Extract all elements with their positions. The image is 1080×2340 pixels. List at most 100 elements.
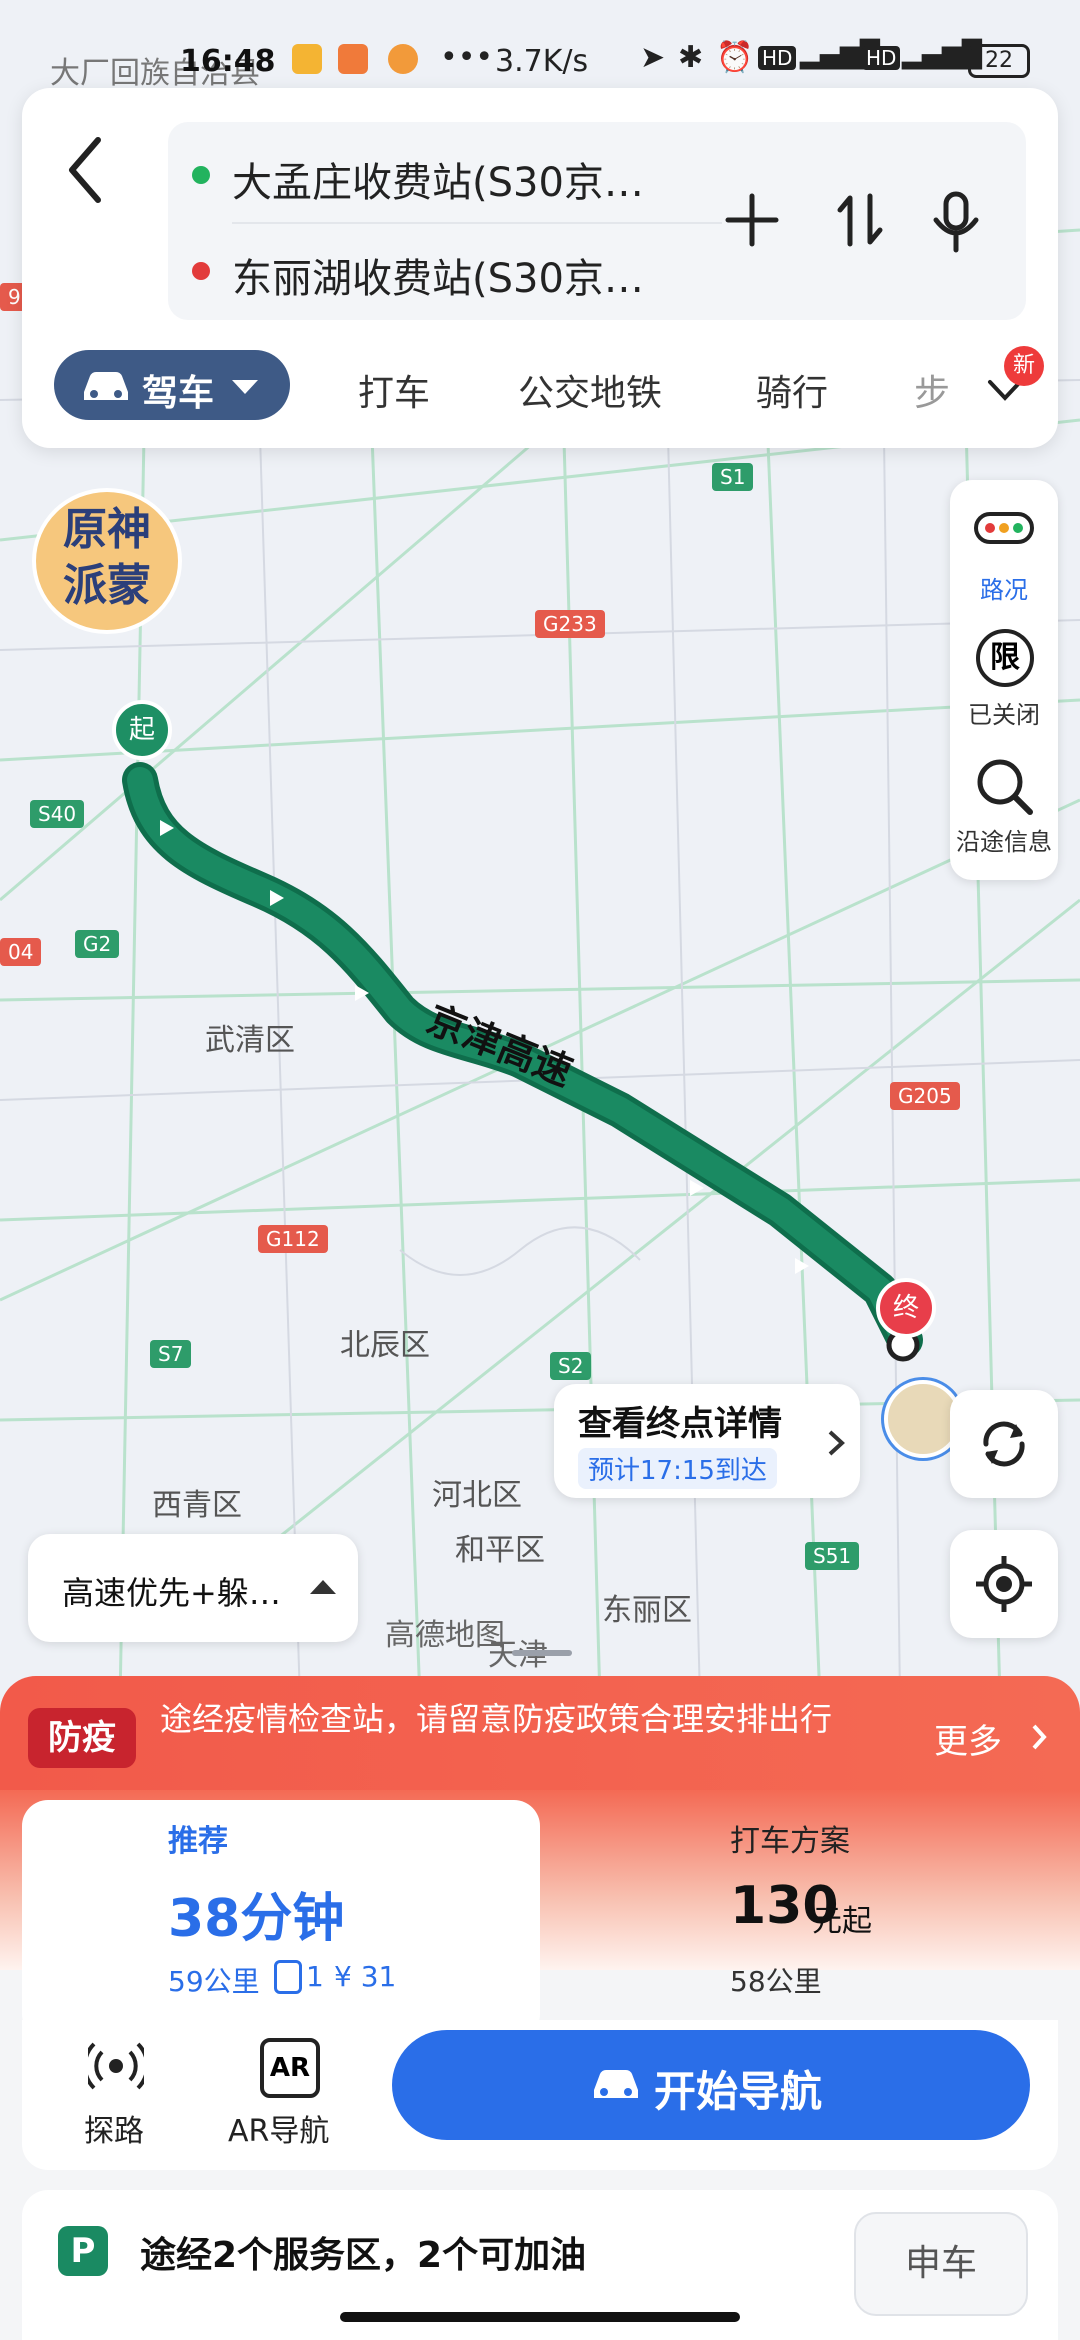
watermark-text: 派蒙 xyxy=(63,560,151,611)
plan-recommend-label: 推荐 xyxy=(168,1824,228,1859)
plan-recommend-card[interactable]: 推荐 38分钟 59公里 1 ¥ 31 xyxy=(22,1800,540,2040)
traffic-light-icon xyxy=(974,512,1034,544)
tab-walking[interactable]: 步 xyxy=(914,364,950,416)
ar-navigation-button[interactable]: AR AR导航 xyxy=(226,2030,356,2150)
tab-transit[interactable]: 公交地铁 xyxy=(518,364,662,416)
traffic-button[interactable]: 路况 xyxy=(950,500,1058,610)
swap-button[interactable] xyxy=(830,190,890,250)
refresh-button[interactable] xyxy=(950,1390,1058,1498)
end-marker[interactable]: 终 xyxy=(876,1278,936,1338)
road-shield: G233 xyxy=(535,610,605,638)
car-icon xyxy=(84,372,128,400)
chevron-left-icon xyxy=(69,137,101,203)
district-label: 和平区 xyxy=(455,1533,545,1568)
route-preference-label: 高速优先+躲… xyxy=(62,1574,281,1612)
destination-tip[interactable]: 查看终点详情 预计17:15到达 xyxy=(554,1384,860,1498)
end-input[interactable]: 东丽湖收费站(S30京… xyxy=(232,246,644,304)
broadcast-icon xyxy=(88,2042,144,2090)
traffic-light-icon xyxy=(274,1960,302,1994)
ar-icon: AR xyxy=(260,2038,320,2098)
road-shield: S1 xyxy=(712,463,754,491)
alarm-icon: ⏰ xyxy=(716,40,754,75)
district-label: 武清区 xyxy=(205,1023,295,1058)
ar-navigation-label: AR导航 xyxy=(228,2114,330,2149)
chevron-right-icon xyxy=(1032,1724,1047,1750)
start-dot-icon xyxy=(192,166,210,184)
notice-text: 途经疫情检查站，请留意防疫政策合理安排出行 xyxy=(160,1700,833,1738)
refresh-icon xyxy=(983,1421,1025,1467)
plus-icon xyxy=(725,193,779,247)
plan-taxi-unit: 元起 xyxy=(812,1904,872,1939)
side-action-button[interactable]: 申车 xyxy=(854,2212,1028,2316)
plan-recommend-cost: ¥ 31 xyxy=(334,1960,397,1993)
start-navigation-label: 开始导航 xyxy=(654,2067,823,2116)
car-icon xyxy=(594,2070,638,2098)
restriction-button[interactable]: 限 已关闭 xyxy=(950,625,1058,735)
map-drag-handle[interactable] xyxy=(512,1650,572,1656)
network-speed: 3.7K/s xyxy=(495,44,589,79)
locate-button[interactable] xyxy=(950,1530,1058,1638)
hd-icon: HD xyxy=(862,46,901,70)
traffic-label: 路况 xyxy=(980,576,1028,604)
along-route-label: 沿途信息 xyxy=(956,828,1052,856)
road-shield: S40 xyxy=(30,800,85,828)
caret-up-icon xyxy=(310,1580,336,1594)
parking-icon: P xyxy=(58,2226,108,2276)
back-button[interactable] xyxy=(56,130,116,210)
service-area-text: 途经2个服务区，2个可加油 xyxy=(140,2235,587,2276)
new-badge: 新 xyxy=(1004,346,1044,386)
road-shield: 04 xyxy=(0,938,42,966)
plan-taxi-distance: 58公里 xyxy=(730,1965,822,1998)
location-icon: ➤ xyxy=(640,40,666,75)
add-waypoint-button[interactable] xyxy=(722,190,782,250)
district-label: 北辰区 xyxy=(340,1328,430,1363)
more-notifications-icon: ••• xyxy=(440,40,494,75)
road-shield: G2 xyxy=(75,930,120,958)
map-logo: 高德地图 xyxy=(385,1618,505,1653)
swap-icon xyxy=(837,193,883,247)
notice-tag: 防疫 xyxy=(28,1708,136,1768)
district-label: 东丽区 xyxy=(602,1593,692,1628)
district-label: 西青区 xyxy=(152,1488,242,1523)
notification-icon xyxy=(292,44,322,74)
plan-taxi-card[interactable]: 打车方案 130 元起 58公里 xyxy=(540,1800,1058,2040)
start-marker[interactable]: 起 xyxy=(112,700,172,760)
destination-tip-title: 查看终点详情 xyxy=(578,1404,782,1444)
home-indicator xyxy=(340,2312,740,2322)
watermark-text: 原神 xyxy=(63,504,151,555)
chevron-right-icon xyxy=(828,1430,845,1456)
tab-drive-label: 驾车 xyxy=(142,373,215,414)
bluetooth-icon: ✱ xyxy=(678,40,704,75)
road-shield: S7 xyxy=(150,1340,192,1368)
caret-down-icon xyxy=(232,380,258,394)
eta-label: 预计17:15到达 xyxy=(578,1448,777,1489)
plan-recommend-time: 38分钟 xyxy=(168,1889,345,1949)
restriction-icon: 限 xyxy=(976,629,1034,687)
notice-more-link[interactable]: 更多 xyxy=(934,1714,1002,1763)
search-icon xyxy=(977,759,1033,815)
road-shield: S51 xyxy=(805,1542,860,1570)
explore-label: 探路 xyxy=(84,2114,144,2149)
road-shield: S2 xyxy=(550,1352,592,1380)
hd-icon: HD xyxy=(758,46,797,70)
road-shield: G205 xyxy=(890,1082,960,1110)
district-label: 河北区 xyxy=(432,1478,522,1513)
along-route-button[interactable]: 沿途信息 xyxy=(950,752,1058,862)
tab-drive[interactable]: 驾车 xyxy=(54,350,290,420)
end-dot-icon xyxy=(192,262,210,280)
road-shield: G112 xyxy=(258,1225,328,1253)
watermark-badge: 原神 派蒙 xyxy=(32,488,182,634)
locate-icon xyxy=(976,1556,1032,1612)
start-input[interactable]: 大孟庄收费站(S30京… xyxy=(232,150,644,208)
app-notification-icon xyxy=(388,44,418,74)
plan-recommend-distance: 59公里 xyxy=(168,1965,260,1998)
status-time: 16:48 xyxy=(180,44,276,79)
start-navigation-button[interactable]: 开始导航 xyxy=(392,2030,1030,2140)
plan-recommend-lights: 1 xyxy=(306,1960,324,1993)
restriction-label: 已关闭 xyxy=(968,701,1040,729)
explore-button[interactable]: 探路 xyxy=(70,2030,160,2150)
tab-taxi[interactable]: 打车 xyxy=(358,364,430,416)
route-preference-button[interactable]: 高速优先+躲… xyxy=(28,1534,358,1642)
tab-cycling[interactable]: 骑行 xyxy=(756,364,828,416)
voice-button[interactable] xyxy=(926,190,986,254)
